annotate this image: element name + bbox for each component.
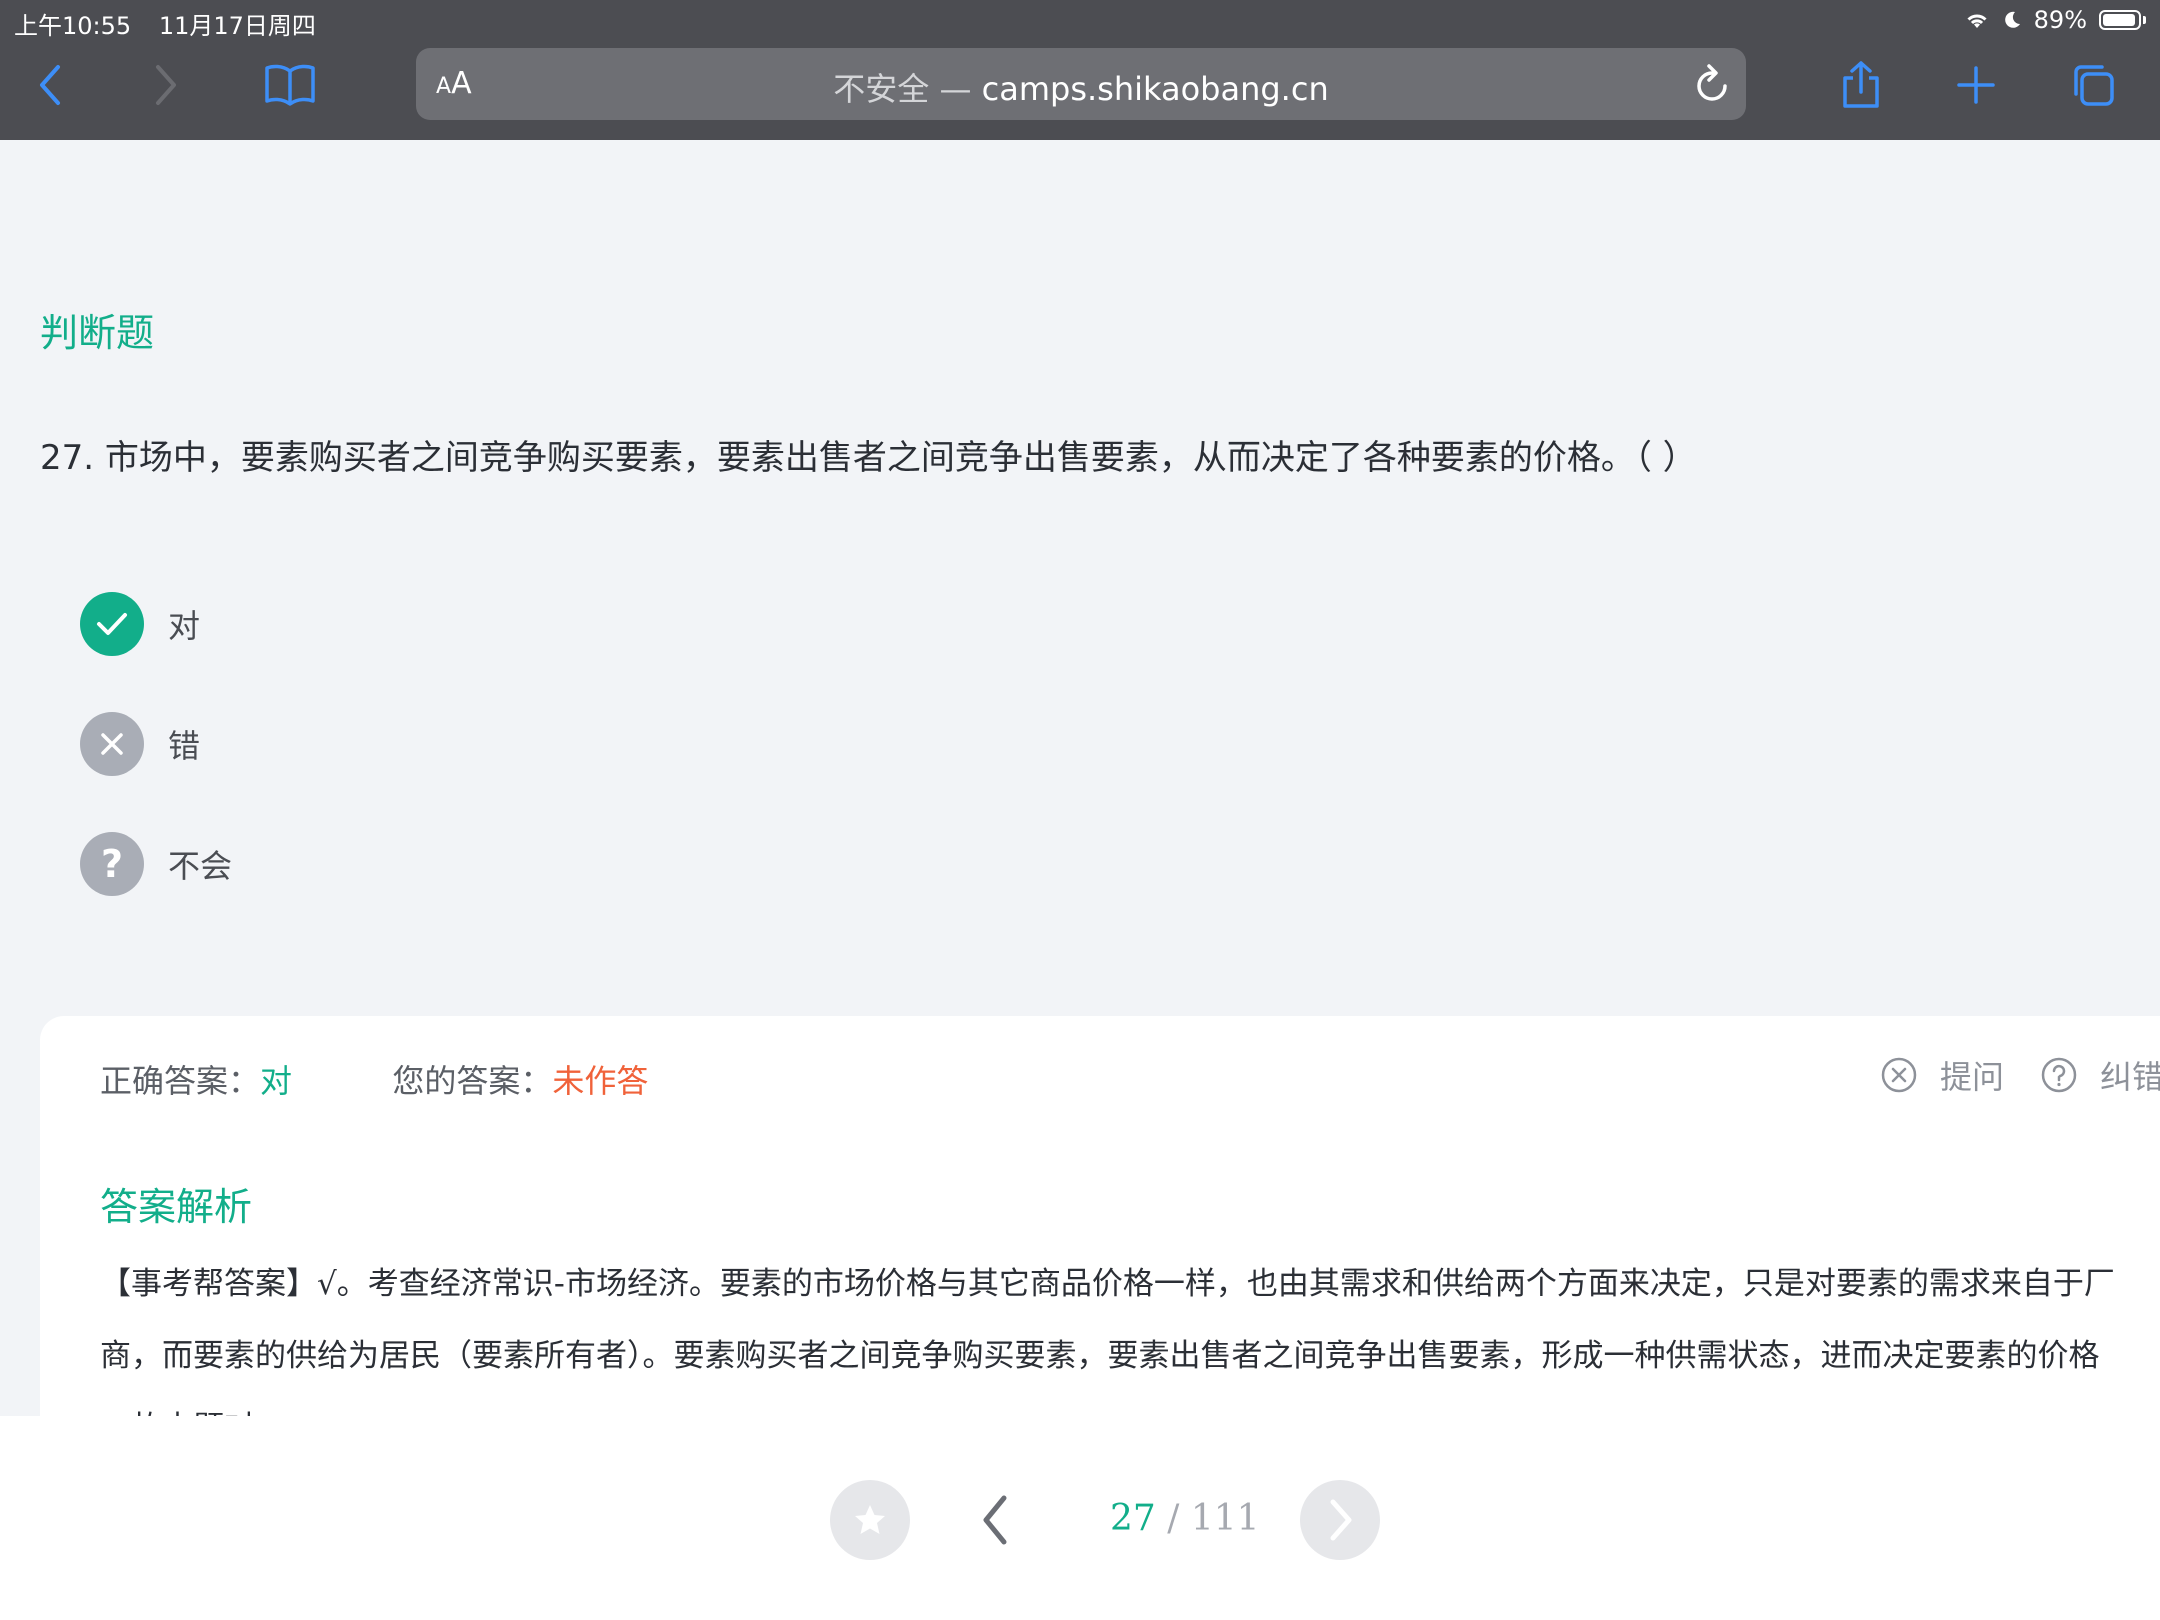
ask-button[interactable]: 提问: [1880, 1052, 2004, 1098]
moon-icon: [2004, 11, 2020, 28]
chevron-left-icon: [983, 1495, 1007, 1545]
option-label: 不会: [168, 847, 233, 885]
close-icon: [101, 733, 123, 755]
new-tab-button[interactable]: [1956, 60, 1996, 110]
chevron-right-icon: [1330, 1499, 1352, 1541]
favorite-button[interactable]: [830, 1480, 910, 1560]
question-type-title: 判断题: [40, 311, 155, 355]
option-correct[interactable]: 对: [80, 592, 200, 656]
share-button[interactable]: [1840, 60, 1882, 110]
next-question-button[interactable]: [1300, 1480, 1380, 1560]
battery-percent: 89%: [2033, 6, 2087, 34]
help-circle-icon: [2041, 1057, 2077, 1093]
chevron-right-icon: [156, 65, 176, 105]
option-circle: [80, 592, 144, 656]
battery-icon: [2099, 10, 2141, 30]
analysis-title: 答案解析: [100, 1185, 253, 1229]
option-label: 错: [168, 727, 201, 765]
analysis-line: 商，而要素的供给为居民（要素所有者）。要素购买者之间竞争购买要素，要素出售者之间…: [100, 1338, 2100, 1374]
url-text: camps.shikaobang.cn: [981, 70, 1329, 108]
total-pages: 111: [1190, 1498, 1260, 1539]
report-error-button[interactable]: 纠错: [2040, 1052, 2160, 1098]
address-bar[interactable]: AA 不安全 — camps.shikaobang.cn: [416, 48, 1746, 120]
question-icon: ?: [100, 842, 124, 886]
report-label: 纠错: [2100, 1058, 2160, 1096]
page-separator: /: [1155, 1498, 1191, 1539]
status-left: 上午10:55 11月17日周四: [14, 6, 336, 41]
reload-icon: [1697, 64, 1727, 101]
status-bar: 上午10:55 11月17日周四 89%: [0, 0, 2160, 40]
bottom-nav-bar: 27 / 111: [0, 1416, 2160, 1620]
option-label: 对: [168, 607, 201, 645]
reload-button[interactable]: [1692, 62, 1732, 110]
forward-button[interactable]: [150, 60, 180, 110]
your-answer-value: 未作答: [552, 1062, 649, 1100]
url-display[interactable]: 不安全 — camps.shikaobang.cn: [416, 64, 1746, 110]
option-wrong[interactable]: 错: [80, 712, 200, 776]
battery-nub: [2143, 16, 2146, 24]
bookmarks-button[interactable]: [264, 60, 316, 110]
plus-icon: [1957, 66, 1995, 104]
share-icon: [1843, 61, 1879, 108]
answer-actions: 提问 纠错: [1880, 1052, 2160, 1098]
tabs-button[interactable]: [2070, 60, 2116, 110]
chevron-left-icon: [40, 65, 60, 105]
answer-panel: 正确答案：对 您的答案：未作答 提问 纠错 答案解析 【事考帮答案】√。考查经济…: [40, 1016, 2160, 1446]
tabs-icon: [2074, 65, 2114, 106]
option-dont-know[interactable]: ? 不会: [80, 832, 232, 896]
page-indicator: 27 / 111: [1110, 1498, 1260, 1539]
correct-answer-value: 对: [260, 1062, 293, 1100]
correct-answer-label: 正确答案：: [100, 1062, 261, 1100]
your-answer-label: 您的答案：: [392, 1062, 553, 1100]
previous-question-button[interactable]: [976, 1490, 1016, 1554]
book-icon: [265, 64, 315, 106]
wifi-icon: [1967, 14, 1987, 28]
answer-summary: 正确答案：对 您的答案：未作答: [100, 1056, 648, 1102]
status-time: 上午10:55: [14, 12, 132, 40]
analysis-line: 【事考帮答案】√。考查经济常识-市场经济。要素的市场价格与其它商品价格一样，也由…: [100, 1266, 2115, 1302]
status-date: 11月17日周四: [158, 12, 316, 40]
star-icon: [855, 1505, 885, 1534]
option-circle: ?: [80, 832, 144, 896]
browser-toolbar: AA 不安全 — camps.shikaobang.cn: [0, 40, 2160, 140]
ask-icon: [1881, 1057, 1917, 1093]
status-right: 89%: [1964, 6, 2146, 34]
check-icon: [97, 613, 127, 635]
option-circle: [80, 712, 144, 776]
ask-label: 提问: [1940, 1058, 2005, 1096]
url-security-label: 不安全 —: [833, 70, 982, 108]
question-text: 27. 市场中，要素购买者之间竞争购买要素，要素出售者之间竞争出售要素，从而决定…: [40, 438, 1697, 478]
current-page: 27: [1110, 1498, 1156, 1539]
back-button[interactable]: [36, 60, 66, 110]
